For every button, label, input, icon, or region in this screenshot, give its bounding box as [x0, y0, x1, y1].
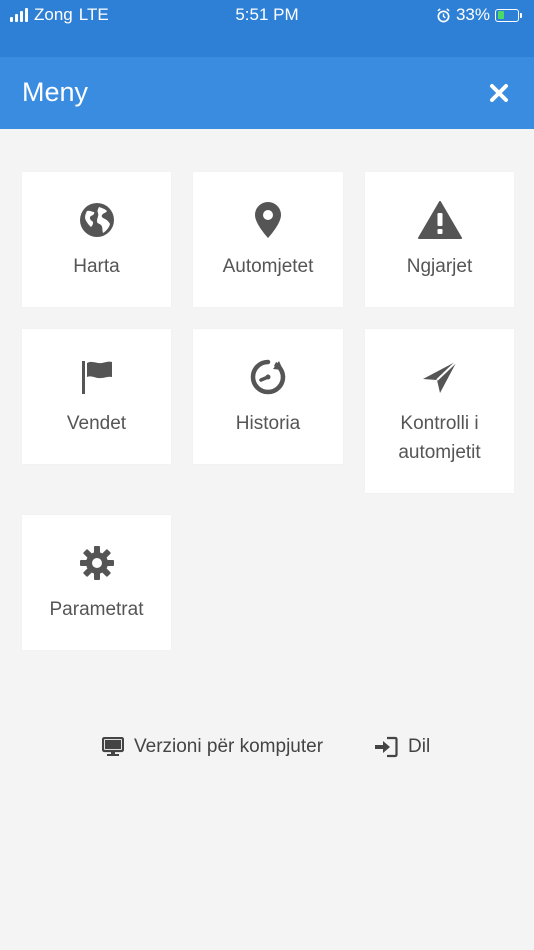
globe-icon [79, 203, 114, 237]
desktop-version-link[interactable]: Verzioni për kompjuter [102, 736, 323, 758]
status-right: 33% [436, 5, 522, 25]
status-bar: Zong LTE 5:51 PM 33% [0, 0, 534, 57]
logout-link[interactable]: Dil [374, 736, 430, 758]
logout-label: Dil [408, 736, 431, 757]
map-pin-icon [255, 202, 281, 238]
close-button[interactable] [488, 82, 510, 104]
tile-label: Parametrat [49, 599, 144, 620]
page-title: Meny [22, 77, 89, 107]
tile-label: Ngjarjet [406, 256, 473, 277]
tile-automjetet[interactable]: Automjetet [193, 172, 343, 307]
send-icon [422, 360, 458, 393]
desktop-version-label: Verzioni për kompjuter [134, 736, 324, 757]
flag-icon [81, 361, 112, 394]
history-icon [250, 359, 286, 395]
tile-label: Historia [235, 413, 301, 434]
battery-percent: 33% [455, 5, 490, 24]
tile-parametrat[interactable]: Parametrat [22, 515, 171, 650]
tile-label: Kontrolli i automjetit [398, 413, 481, 463]
menu-header: Meny [0, 57, 534, 129]
tile-label: Harta [73, 256, 120, 277]
tile-label: Vendet [66, 413, 127, 434]
tile-vendet[interactable]: Vendet [22, 329, 171, 464]
tile-harta[interactable]: Harta [22, 172, 171, 307]
alarm-icon [437, 7, 450, 22]
warning-icon [417, 201, 462, 239]
tile-label: Automjetet [222, 256, 314, 277]
desktop-icon [102, 737, 124, 756]
close-icon [490, 84, 508, 102]
tile-kontrolli[interactable]: Kontrolli i automjetit [365, 329, 514, 493]
gear-icon [79, 546, 114, 580]
tile-ngjarjet[interactable]: Ngjarjet [365, 172, 514, 307]
sign-in-icon [375, 736, 398, 758]
battery-icon [495, 8, 522, 22]
tile-historia[interactable]: Historia [193, 329, 343, 464]
